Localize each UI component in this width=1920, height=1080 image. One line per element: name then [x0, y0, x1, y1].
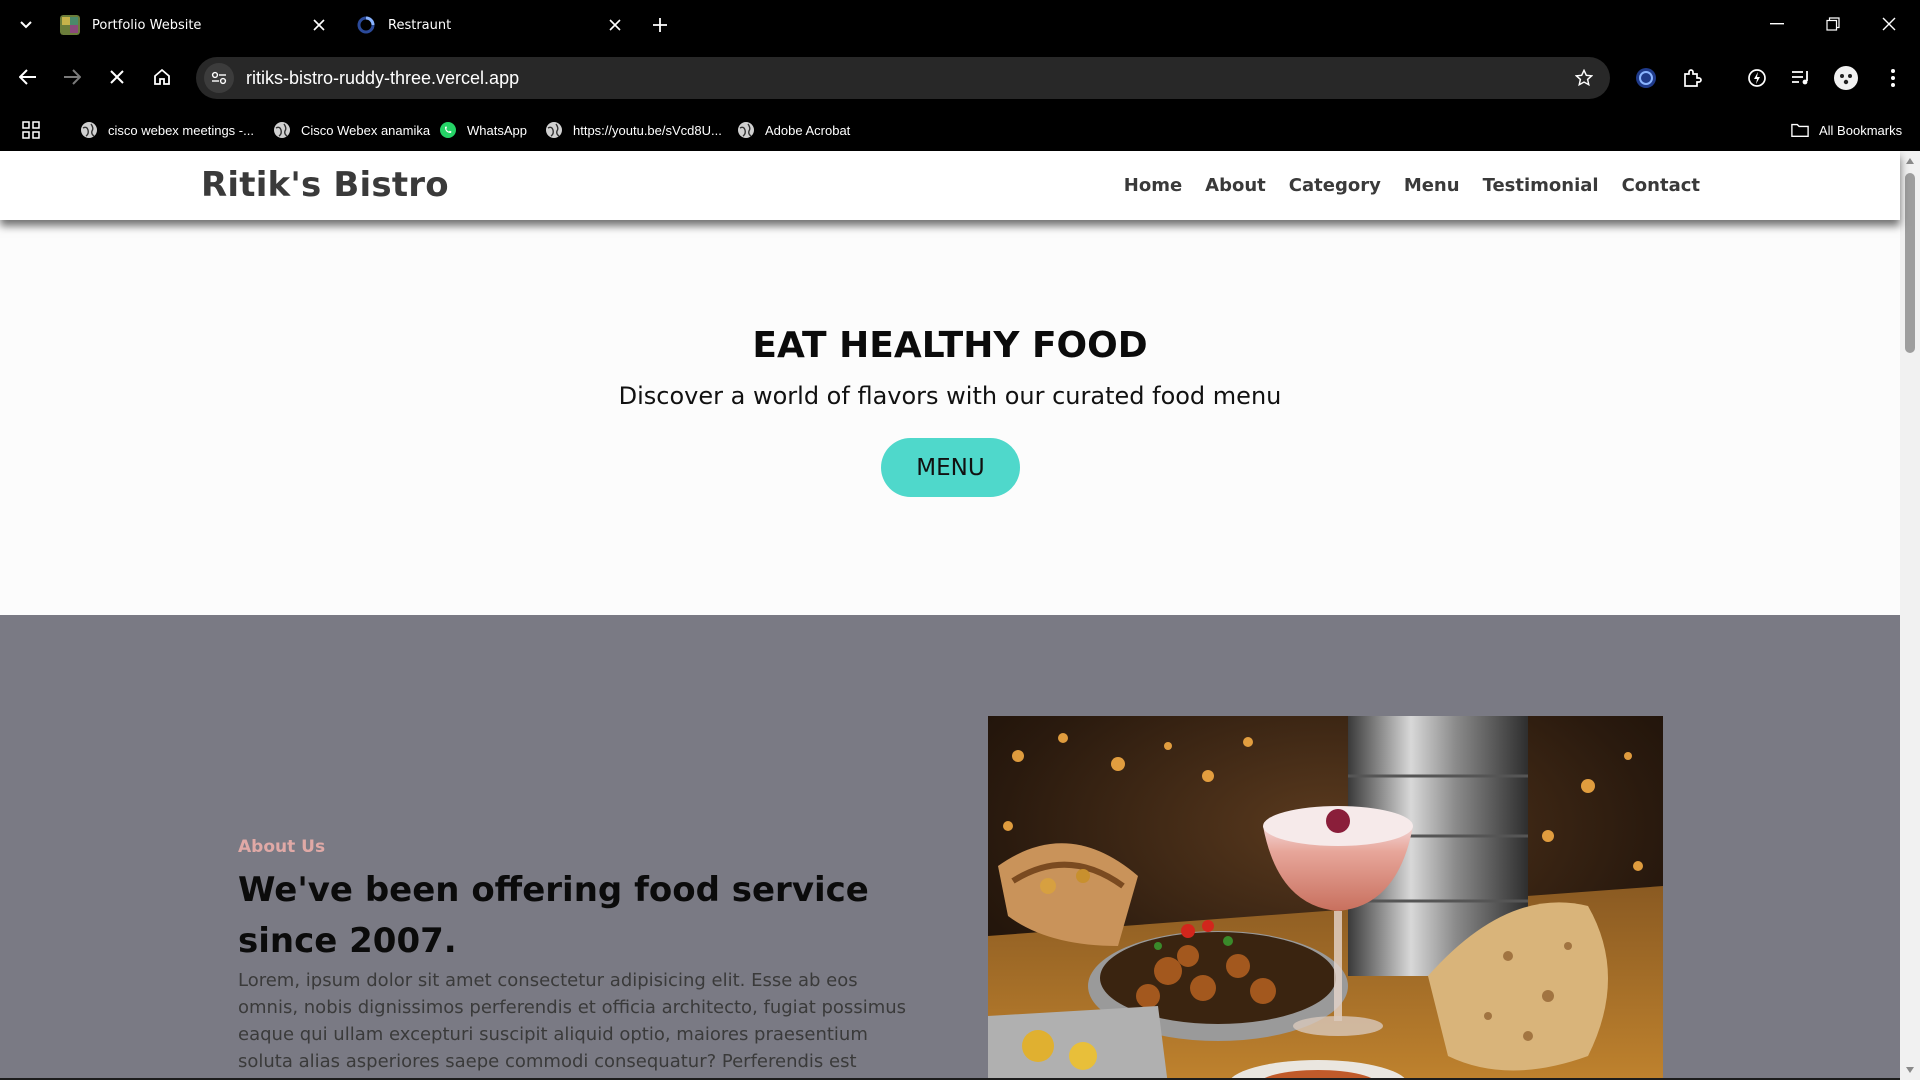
- globe-icon: [274, 122, 290, 138]
- bookmark-cisco-webex-meetings[interactable]: cisco webex meetings -...: [80, 117, 254, 143]
- about-description: Lorem, ipsum dolor sit amet consectetur …: [238, 970, 907, 1080]
- nav-link-testimonial[interactable]: Testimonial: [1483, 175, 1599, 196]
- bookmark-label: cisco webex meetings -...: [108, 122, 254, 138]
- url-text[interactable]: ritiks-bistro-ruddy-three.vercel.app: [246, 68, 1568, 89]
- bookmark-label: Adobe Acrobat: [765, 122, 851, 138]
- nav-link-menu[interactable]: Menu: [1404, 175, 1460, 196]
- restore-window-icon[interactable]: [1810, 8, 1856, 40]
- extension-circle-icon[interactable]: [1629, 61, 1663, 95]
- page-viewport: Ritik's Bistro Home About Category Menu …: [0, 151, 1920, 1080]
- extensions-puzzle-icon[interactable]: [1675, 61, 1709, 95]
- globe-icon: [738, 122, 754, 138]
- nav-link-category[interactable]: Category: [1289, 175, 1381, 196]
- hero-section: EAT HEALTHY FOOD Discover a world of fla…: [0, 220, 1900, 615]
- loading-spinner-icon: [357, 16, 375, 34]
- tab-search-dropdown-icon[interactable]: [12, 12, 40, 38]
- globe-icon: [81, 122, 97, 138]
- bookmark-adobe-acrobat[interactable]: Adobe Acrobat: [737, 117, 850, 143]
- site-brand-logo[interactable]: Ritik's Bistro: [201, 165, 449, 205]
- tab-title: Portfolio Website: [92, 17, 202, 33]
- home-icon[interactable]: [146, 61, 178, 93]
- browser-tab-restraunt[interactable]: Restraunt: [342, 8, 638, 42]
- more-options-icon[interactable]: [1876, 61, 1910, 95]
- bookmark-cisco-webex-anamika[interactable]: Cisco Webex anamika: [273, 117, 430, 143]
- apps-grid-icon[interactable]: [22, 117, 40, 143]
- all-bookmarks-label: All Bookmarks: [1819, 122, 1903, 138]
- minimize-window-icon[interactable]: [1754, 8, 1800, 40]
- about-section: About Us We've been offering food servic…: [0, 615, 1900, 1080]
- address-bar[interactable]: ritiks-bistro-ruddy-three.vercel.app: [196, 57, 1610, 99]
- main-nav: Home About Category Menu Testimonial Con…: [1124, 175, 1700, 196]
- profile-avatar-icon[interactable]: [1829, 61, 1863, 95]
- nav-link-home[interactable]: Home: [1124, 175, 1182, 196]
- close-window-icon[interactable]: [1866, 8, 1912, 40]
- site-header: Ritik's Bistro Home About Category Menu …: [0, 151, 1900, 220]
- tab-title: Restraunt: [388, 17, 452, 33]
- bookmark-label: Cisco Webex anamika: [301, 122, 431, 138]
- page-scrollbar[interactable]: [1900, 151, 1920, 1080]
- media-queue-icon[interactable]: [1784, 61, 1818, 95]
- scroll-down-arrow-icon[interactable]: [1904, 1064, 1916, 1076]
- bookmark-whatsapp[interactable]: WhatsApp: [439, 117, 527, 143]
- globe-icon: [546, 122, 562, 138]
- all-bookmarks-button[interactable]: All Bookmarks: [1791, 117, 1902, 143]
- browser-tab-strip: Portfolio Website Restraunt: [0, 0, 1920, 49]
- performance-icon[interactable]: [1740, 61, 1774, 95]
- portfolio-favicon-icon: [60, 15, 80, 35]
- stop-loading-icon[interactable]: [101, 61, 133, 93]
- bookmark-label: WhatsApp: [467, 122, 527, 138]
- close-tab-icon[interactable]: [602, 12, 628, 38]
- whatsapp-icon: [440, 122, 456, 138]
- about-title: We've been offering food service since 2…: [238, 870, 869, 961]
- browser-tab-portfolio[interactable]: Portfolio Website: [46, 8, 342, 42]
- hero-title: EAT HEALTHY FOOD: [752, 325, 1148, 366]
- hero-subtitle: Discover a world of flavors with our cur…: [618, 382, 1282, 410]
- browser-toolbar: ritiks-bistro-ruddy-three.vercel.app: [0, 49, 1920, 109]
- scroll-up-arrow-icon[interactable]: [1904, 155, 1916, 167]
- about-tag: About Us: [238, 837, 326, 857]
- bookmark-star-icon[interactable]: [1568, 62, 1600, 94]
- scrollbar-thumb[interactable]: [1905, 173, 1915, 353]
- folder-icon: [1791, 123, 1809, 137]
- close-tab-icon[interactable]: [306, 12, 332, 38]
- nav-link-about[interactable]: About: [1205, 175, 1266, 196]
- forward-arrow-icon[interactable]: [56, 61, 88, 93]
- bookmark-label: https://youtu.be/sVcd8U...: [573, 122, 722, 138]
- new-tab-button[interactable]: [646, 12, 674, 38]
- bookmark-youtube-link[interactable]: https://youtu.be/sVcd8U...: [545, 117, 722, 143]
- bookmarks-bar: cisco webex meetings -... Cisco Webex an…: [0, 109, 1920, 151]
- back-arrow-icon[interactable]: [12, 61, 44, 93]
- food-photo: [988, 716, 1663, 1080]
- nav-link-contact[interactable]: Contact: [1622, 175, 1700, 196]
- site-info-icon[interactable]: [204, 63, 234, 93]
- menu-button[interactable]: MENU: [881, 438, 1020, 497]
